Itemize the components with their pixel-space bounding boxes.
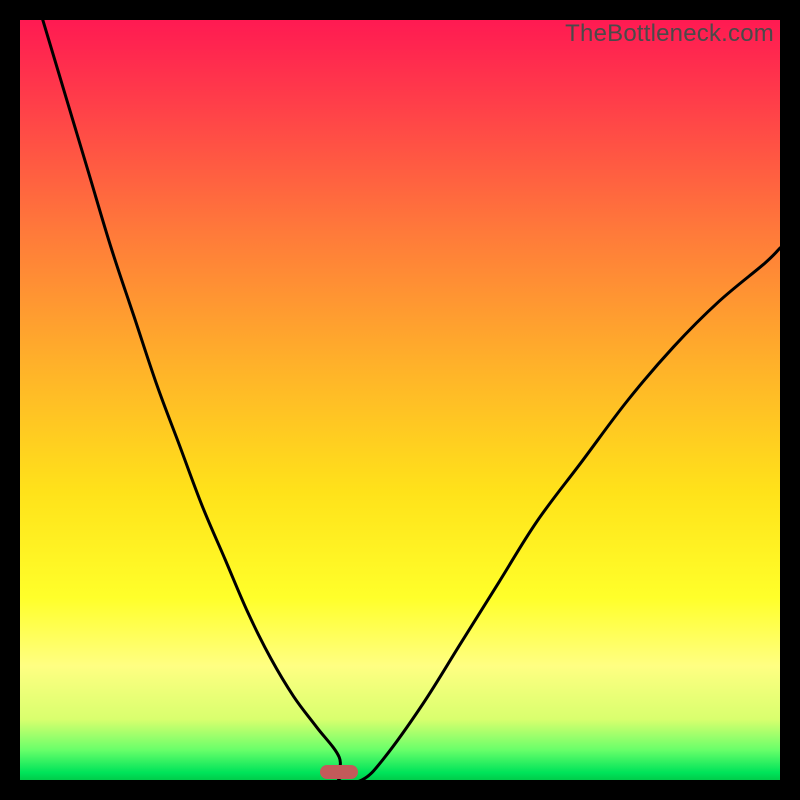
bottleneck-curve xyxy=(20,20,780,780)
curve-path xyxy=(43,20,780,780)
plot-frame: TheBottleneck.com xyxy=(20,20,780,780)
optimal-marker xyxy=(320,765,358,779)
